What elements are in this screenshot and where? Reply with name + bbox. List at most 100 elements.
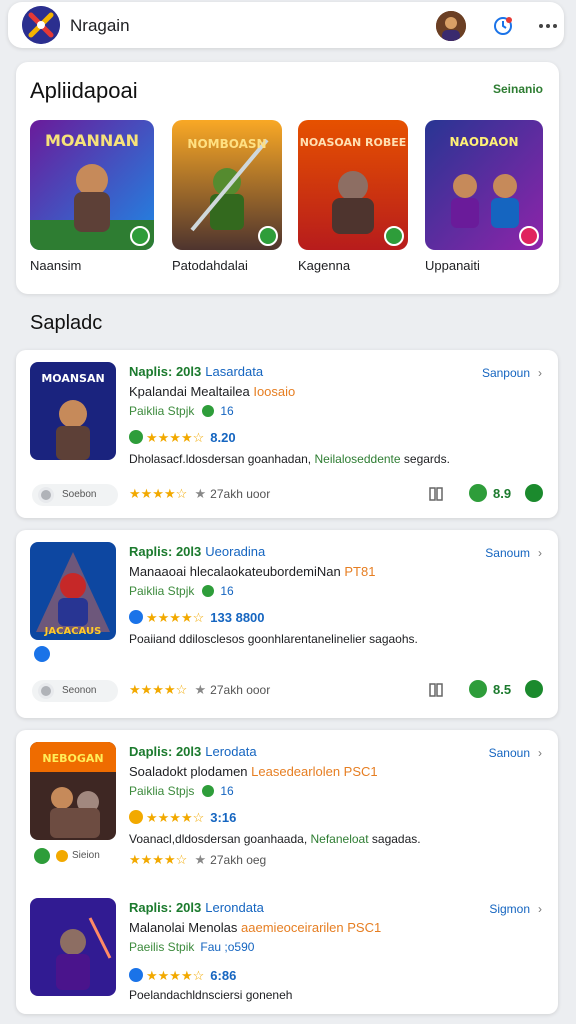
featured-title: Apliidapoai (30, 78, 138, 103)
score-value: 8.5 (493, 682, 512, 697)
meta-value: 16 (220, 784, 234, 798)
check-badge-icon (258, 226, 278, 246)
card-action-link[interactable]: Sanoun › (489, 746, 542, 760)
description-end: sagadas. (371, 832, 421, 846)
rating-stars: ★★★★☆ (146, 968, 205, 983)
check-circle-icon[interactable] (525, 484, 543, 502)
description-text: Poelandachldnsciersi goneneh (129, 988, 293, 1002)
subtitle-accent: Leasedearlolen PSC1 (251, 764, 378, 779)
game-meta: Paiklia Stpjk 16 (129, 584, 234, 598)
game-rating: ★★★★☆ 133 8800 (129, 610, 265, 626)
game-subtitle: Manaaoai hlecalaokateubordemiNan PT81 (129, 564, 375, 579)
score-value: 8.9 (493, 486, 512, 501)
status-pill[interactable]: Seonon (32, 680, 118, 702)
description-text: Voanacl,dldosdersan goanhaada, (129, 832, 308, 846)
game-meta: Paeilis Stpik Fau ;o590 (129, 940, 254, 954)
more-options-icon[interactable] (536, 14, 560, 38)
game-description: Dholasacf.ldosdersan goanhadan, Neilalos… (129, 452, 450, 466)
notification-bell-icon[interactable] (491, 14, 515, 38)
action-label[interactable]: Sanpoun (482, 366, 530, 380)
rating-value: 6:86 (210, 968, 237, 983)
thumb-title: MOANSAN (41, 372, 104, 385)
cover-title: NOMBOASN (187, 137, 266, 151)
bottom-text: 27akh ooor (210, 683, 271, 697)
description-accent: Neilaloseddente (314, 452, 401, 466)
check-badge-icon (130, 226, 150, 246)
game-list-card[interactable]: MOANSAN Naplis: 20l3 Lasardata Kpalandai … (16, 350, 558, 518)
game-cover-image[interactable]: NOMBOASN (172, 120, 282, 250)
description-text: Poaiiand ddilosclesos goonhlarentaneline… (129, 632, 418, 646)
game-cover-image[interactable]: NAODAON (425, 120, 543, 250)
verified-icon (129, 430, 143, 444)
game-tag: Lasardata (205, 364, 264, 379)
rating-stars: ★★★★☆ (146, 610, 205, 625)
book-icon[interactable] (428, 682, 444, 698)
check-circle-icon[interactable] (525, 680, 543, 698)
card-action-link[interactable]: Sanpoun › (482, 366, 542, 380)
chevron-right-icon[interactable]: › (538, 746, 542, 760)
featured-item[interactable]: MOANNAN Naansim (30, 120, 154, 273)
pill-label: Seonon (62, 685, 97, 696)
game-description: Poaiiand ddilosclesos goonhlarentaneline… (129, 632, 418, 646)
chevron-right-icon[interactable]: › (538, 902, 542, 916)
rating-value: 8.20 (210, 430, 236, 445)
featured-item-label: Naansim (30, 258, 82, 273)
bottom-text: 27akh uoor (210, 487, 271, 501)
game-title: Daplis: 20l3 Lerodata (129, 744, 257, 759)
score-icon (469, 484, 487, 502)
featured-see-all-link[interactable]: Seinanio (493, 82, 543, 96)
star-icon: ★ (194, 486, 207, 501)
pill-icon (38, 487, 54, 503)
featured-item[interactable]: NAODAON Uppanaiti (425, 120, 549, 273)
user-avatar[interactable] (436, 11, 466, 41)
cover-title: MOANNAN (45, 131, 139, 150)
bottom-stars: ★★★★☆ (129, 486, 188, 501)
rating-value: 3:16 (210, 810, 237, 825)
star-icon: ★ (194, 682, 207, 697)
top-app-bar: Nragain (8, 2, 564, 48)
featured-item[interactable]: NOASOAN ROBEE Kagenna (298, 120, 422, 273)
card-action-link[interactable]: Sanoum › (485, 546, 542, 560)
coin-icon (56, 850, 68, 862)
check-icon (202, 585, 215, 597)
subtitle-accent: aaemieoceirarilen PSC1 (241, 920, 382, 935)
game-thumbnail[interactable]: MOANSAN (30, 362, 116, 460)
game-list-card[interactable]: JACACAUS Raplis: 20l3 Ueoradina Manaaoai … (16, 530, 558, 718)
cover-title: NOASOAN ROBEE (300, 136, 407, 149)
crossed-swords-logo-icon[interactable] (22, 6, 60, 44)
game-title-text: Raplis: 20l3 (129, 544, 202, 559)
cover-title: NAODAON (449, 135, 518, 149)
game-cover-image[interactable]: NOASOAN ROBEE (298, 120, 408, 250)
game-thumbnail[interactable]: JACACAUS (30, 542, 116, 640)
book-icon[interactable] (428, 486, 444, 502)
subtitle-text: Kpalandai Mealtailea (129, 384, 250, 399)
game-tag: Ueoradina (205, 544, 266, 559)
description-text: Dholasacf.ldosdersan goanhadan, (129, 452, 312, 466)
featured-item-label: Patodahdalai (172, 258, 248, 273)
game-title-text: Naplis: 20l3 (129, 364, 202, 379)
action-label[interactable]: Sanoun (489, 746, 530, 760)
featured-item[interactable]: NOMBOASN Patodahdalai (172, 120, 296, 273)
action-label[interactable]: Sigmon (489, 902, 530, 916)
game-thumbnail[interactable]: NEBOGAN (30, 742, 116, 840)
chevron-right-icon[interactable]: › (538, 546, 542, 560)
verified-icon (129, 610, 143, 624)
card-action-link[interactable]: Sigmon › (489, 902, 542, 916)
check-badge-icon (384, 226, 404, 246)
thumb-title: JACACAUS (44, 626, 102, 637)
game-cover-image[interactable]: MOANNAN (30, 120, 154, 250)
meta-text: Paeilis Stpik (129, 940, 195, 954)
status-pill[interactable]: Soebon (32, 484, 118, 506)
bottom-text: 27akh oeg (210, 853, 267, 867)
star-icon: ★ (194, 852, 207, 867)
game-title-text: Raplis: 20l3 (129, 900, 202, 915)
app-title: Nragain (70, 16, 130, 35)
meta-value: 16 (220, 584, 234, 598)
bottom-rating: ★★★★☆ ★ 27akh uoor (129, 486, 270, 502)
featured-item-label: Uppanaiti (425, 258, 480, 273)
action-label[interactable]: Sanoum (485, 546, 530, 560)
verified-icon (129, 968, 143, 982)
chevron-right-icon[interactable]: › (538, 366, 542, 380)
check-icon (202, 405, 215, 417)
game-thumbnail[interactable] (30, 898, 116, 996)
